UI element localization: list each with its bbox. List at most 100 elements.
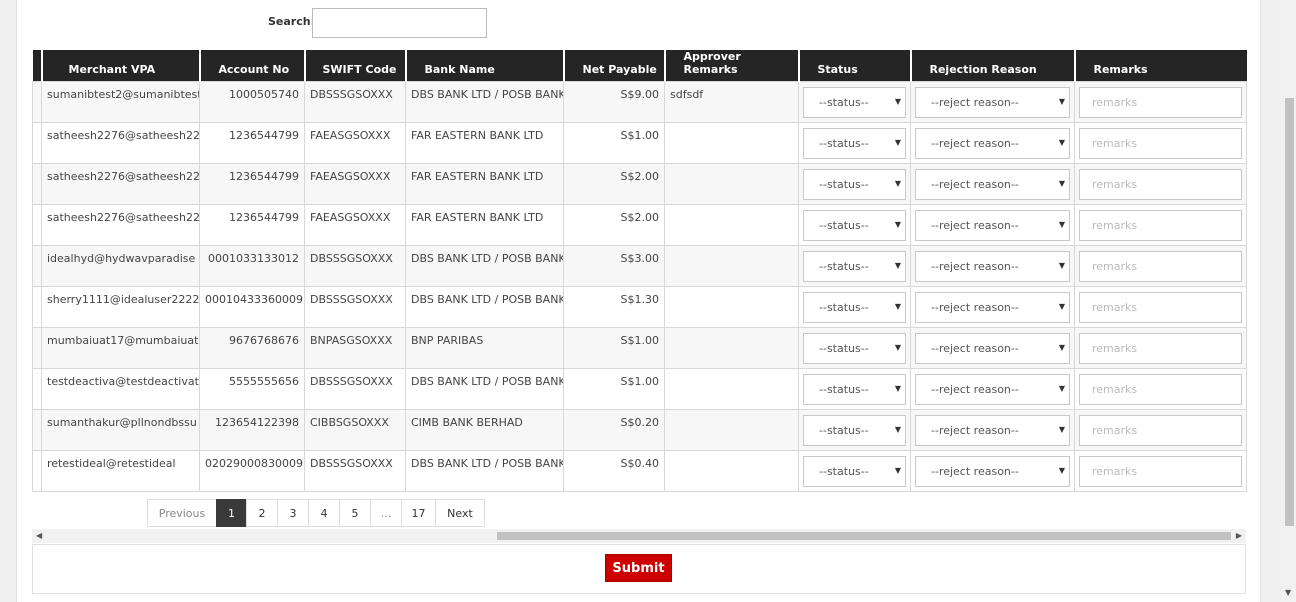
table-body: sumanibtest2@sumanibtest 1000505740 DBSSSG… [32, 81, 1247, 492]
chevron-down-icon: ▼ [894, 343, 901, 352]
vertical-scroll-thumb[interactable] [1285, 98, 1294, 526]
rejection-reason-select[interactable]: --reject reason-- ▼ [915, 374, 1070, 405]
rejection-reason-select[interactable]: --reject reason-- ▼ [915, 292, 1070, 323]
cell-status: --status-- ▼ [798, 204, 911, 246]
scroll-left-icon[interactable]: ◀ [36, 531, 42, 540]
table-row: testdeactiva@testdeactivate 5555555656 DBS… [32, 368, 1247, 410]
header-swift-code[interactable]: SWIFT Code [303, 50, 406, 82]
scroll-right-icon[interactable]: ▶ [1236, 531, 1242, 540]
header-bank-name[interactable]: Bank Name [404, 50, 564, 82]
remarks-input[interactable]: remarks [1079, 87, 1242, 118]
pagination-page-3[interactable]: 3 [277, 499, 309, 527]
pagination-page-1[interactable]: 1 [216, 499, 247, 527]
rejection-reason-select[interactable]: --reject reason-- ▼ [915, 87, 1070, 118]
rejection-reason-select[interactable]: --reject reason-- ▼ [915, 456, 1070, 487]
chevron-down-icon: ▼ [1058, 220, 1065, 229]
vertical-scrollbar[interactable]: ▼ [1282, 0, 1296, 602]
header-net-payable[interactable]: Net Payable [562, 50, 665, 82]
header-account-no[interactable]: Account No [198, 50, 305, 82]
status-select[interactable]: --status-- ▼ [803, 292, 906, 323]
rejection-reason-select-value: --reject reason-- [931, 383, 1019, 396]
table-row: sherry1111@idealuser2222 00010433360009 DB… [32, 286, 1247, 328]
cell-swift-code: DBSSSGSOXXX [304, 81, 406, 123]
cell-net-payable: S$1.00 [563, 327, 665, 369]
search-input[interactable] [312, 8, 487, 38]
cell-remarks: remarks [1074, 368, 1247, 410]
cell-bank-name: DBS BANK LTD / POSB BANK [405, 368, 564, 410]
header-merchant-vpa[interactable]: Merchant VPA [40, 50, 200, 82]
remarks-input[interactable]: remarks [1079, 169, 1242, 200]
rejection-reason-select[interactable]: --reject reason-- ▼ [915, 210, 1070, 241]
chevron-down-icon: ▼ [1058, 261, 1065, 270]
cell-net-payable: S$0.40 [563, 450, 665, 492]
pagination-page-5[interactable]: 5 [339, 499, 371, 527]
remarks-input[interactable]: remarks [1079, 210, 1242, 241]
cell-approver-remarks [664, 286, 799, 328]
row-spacer [32, 163, 42, 205]
pagination-next[interactable]: Next [435, 499, 485, 527]
cell-bank-name: DBS BANK LTD / POSB BANK [405, 245, 564, 287]
cell-status: --status-- ▼ [798, 368, 911, 410]
status-select[interactable]: --status-- ▼ [803, 415, 906, 446]
status-select[interactable]: --status-- ▼ [803, 210, 906, 241]
cell-bank-name: FAR EASTERN BANK LTD [405, 163, 564, 205]
cell-net-payable: S$1.30 [563, 286, 665, 328]
row-spacer [32, 450, 42, 492]
remarks-input[interactable]: remarks [1079, 128, 1242, 159]
cell-bank-name: FAR EASTERN BANK LTD [405, 122, 564, 164]
cell-swift-code: CIBBSGSOXXX [304, 409, 406, 451]
rejection-reason-select[interactable]: --reject reason-- ▼ [915, 415, 1070, 446]
cell-merchant-vpa: sumanthakur@pllnondbssu [41, 409, 200, 451]
horizontal-scrollbar[interactable]: ◀ ▶ [32, 529, 1246, 543]
remarks-input[interactable]: remarks [1079, 415, 1242, 446]
status-select[interactable]: --status-- ▼ [803, 128, 906, 159]
header-rejection-reason[interactable]: Rejection Reason [909, 50, 1075, 82]
pagination-previous[interactable]: Previous [147, 499, 217, 527]
cell-merchant-vpa: satheesh2276@satheesh2276 [41, 122, 200, 164]
status-select[interactable]: --status-- ▼ [803, 169, 906, 200]
table-row: sumanthakur@pllnondbssu 123654122398 CIBBS… [32, 409, 1247, 451]
status-select-value: --status-- [819, 383, 869, 396]
cell-remarks: remarks [1074, 245, 1247, 287]
remarks-input[interactable]: remarks [1079, 333, 1242, 364]
cell-account-no: 1236544799 [199, 163, 305, 205]
chevron-down-icon: ▼ [894, 138, 901, 147]
rejection-reason-select[interactable]: --reject reason-- ▼ [915, 128, 1070, 159]
cell-account-no: 02029000830009 [199, 450, 305, 492]
cell-status: --status-- ▼ [798, 409, 911, 451]
header-remarks[interactable]: Remarks [1073, 50, 1247, 82]
cell-remarks: remarks [1074, 450, 1247, 492]
table-row: sumanibtest2@sumanibtest 1000505740 DBSSSG… [32, 81, 1247, 123]
status-select[interactable]: --status-- ▼ [803, 333, 906, 364]
pagination-page-17[interactable]: 17 [401, 499, 436, 527]
rejection-reason-select[interactable]: --reject reason-- ▼ [915, 169, 1070, 200]
status-select[interactable]: --status-- ▼ [803, 87, 906, 118]
cell-net-payable: S$2.00 [563, 163, 665, 205]
cell-rejection-reason: --reject reason-- ▼ [910, 163, 1075, 205]
cell-remarks: remarks [1074, 286, 1247, 328]
submit-button[interactable]: Submit [605, 554, 672, 582]
rejection-reason-select[interactable]: --reject reason-- ▼ [915, 251, 1070, 282]
remarks-input[interactable]: remarks [1079, 251, 1242, 282]
remarks-input[interactable]: remarks [1079, 374, 1242, 405]
header-approver-remarks[interactable]: Approver Remarks [663, 50, 799, 82]
remarks-input[interactable]: remarks [1079, 456, 1242, 487]
status-select[interactable]: --status-- ▼ [803, 251, 906, 282]
scroll-down-icon[interactable]: ▼ [1285, 588, 1291, 597]
status-select[interactable]: --status-- ▼ [803, 456, 906, 487]
status-select[interactable]: --status-- ▼ [803, 374, 906, 405]
header-status[interactable]: Status [797, 50, 911, 82]
pagination-page-2[interactable]: 2 [246, 499, 278, 527]
pagination-page-4[interactable]: 4 [308, 499, 340, 527]
cell-remarks: remarks [1074, 204, 1247, 246]
rejection-reason-select[interactable]: --reject reason-- ▼ [915, 333, 1070, 364]
remarks-input[interactable]: remarks [1079, 292, 1242, 323]
cell-swift-code: FAEASGSOXXX [304, 204, 406, 246]
cell-net-payable: S$0.20 [563, 409, 665, 451]
cell-account-no: 1236544799 [199, 122, 305, 164]
header-spacer [32, 50, 42, 82]
chevron-down-icon: ▼ [1058, 466, 1065, 475]
cell-swift-code: DBSSSGSOXXX [304, 245, 406, 287]
horizontal-scroll-thumb[interactable] [497, 532, 1231, 540]
cell-merchant-vpa: retestideal@retestideal [41, 450, 200, 492]
